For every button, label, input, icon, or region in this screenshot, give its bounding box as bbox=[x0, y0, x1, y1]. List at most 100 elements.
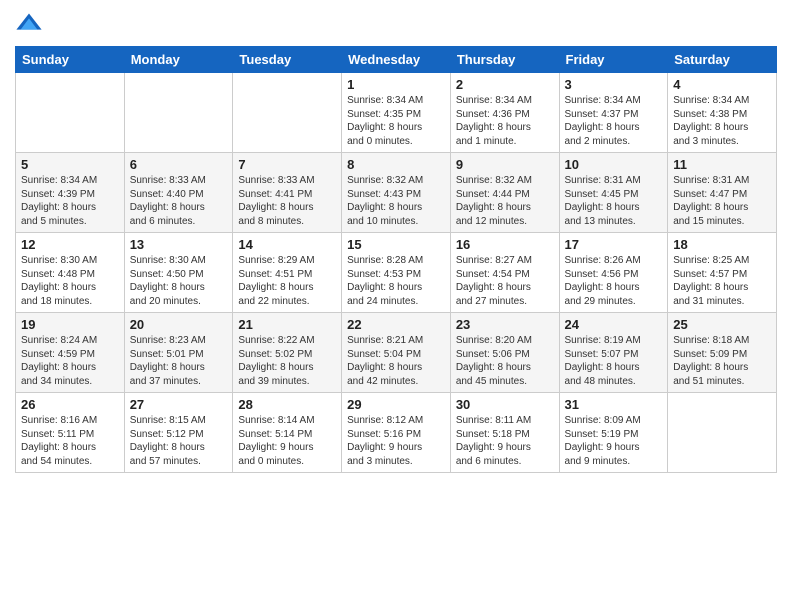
day-cell: 1 Sunrise: 8:34 AM Sunset: 4:35 PM Daylig… bbox=[342, 73, 451, 153]
day-info: Sunrise: 8:34 AM Sunset: 4:37 PM Dayligh… bbox=[565, 94, 663, 148]
day-info: Sunrise: 8:31 AM Sunset: 4:45 PM Dayligh… bbox=[565, 174, 663, 228]
day-number: 25 bbox=[673, 317, 771, 332]
weekday-header-sunday: Sunday bbox=[16, 47, 125, 73]
day-number: 11 bbox=[673, 157, 771, 172]
header bbox=[15, 10, 777, 38]
day-cell bbox=[16, 73, 125, 153]
day-cell: 27Sunrise: 8:15 AM Sunset: 5:12 PM Dayli… bbox=[124, 393, 233, 473]
day-number: 14 bbox=[238, 237, 336, 252]
day-number: 22 bbox=[347, 317, 445, 332]
day-number: 13 bbox=[130, 237, 228, 252]
day-cell: 29 Sunrise: 8:12 AM Sunset: 5:16 PM Dayli… bbox=[342, 393, 451, 473]
day-cell: 11 Sunrise: 8:31 AM Sunset: 4:47 PM Dayli… bbox=[668, 153, 777, 233]
day-cell: 2 Sunrise: 8:34 AM Sunset: 4:36 PM Daylig… bbox=[450, 73, 559, 153]
day-cell bbox=[124, 73, 233, 153]
weekday-header-saturday: Saturday bbox=[668, 47, 777, 73]
day-cell: 22Sunrise: 8:21 AM Sunset: 5:04 PM Dayli… bbox=[342, 313, 451, 393]
day-info: Sunrise: 8:33 AM Sunset: 4:41 PM Dayligh… bbox=[238, 174, 336, 228]
day-number: 8 bbox=[347, 157, 445, 172]
day-cell: 18 Sunrise: 8:25 AM Sunset: 4:57 PM Dayli… bbox=[668, 233, 777, 313]
day-info: Sunrise: 8:34 AM Sunset: 4:36 PM Dayligh… bbox=[456, 94, 554, 148]
day-cell bbox=[233, 73, 342, 153]
day-info: Sunrise: 8:23 AM Sunset: 5:01 PM Dayligh… bbox=[130, 334, 228, 388]
day-number: 29 bbox=[347, 397, 445, 412]
day-number: 4 bbox=[673, 77, 771, 92]
day-info: Sunrise: 8:22 AM Sunset: 5:02 PM Dayligh… bbox=[238, 334, 336, 388]
day-cell: 14 Sunrise: 8:29 AM Sunset: 4:51 PM Dayli… bbox=[233, 233, 342, 313]
day-cell: 12Sunrise: 8:30 AM Sunset: 4:48 PM Dayli… bbox=[16, 233, 125, 313]
day-cell: 23 Sunrise: 8:20 AM Sunset: 5:06 PM Dayli… bbox=[450, 313, 559, 393]
day-info: Sunrise: 8:34 AM Sunset: 4:38 PM Dayligh… bbox=[673, 94, 771, 148]
day-cell: 10 Sunrise: 8:31 AM Sunset: 4:45 PM Dayli… bbox=[559, 153, 668, 233]
week-row-1: 1 Sunrise: 8:34 AM Sunset: 4:35 PM Daylig… bbox=[16, 73, 777, 153]
day-info: Sunrise: 8:33 AM Sunset: 4:40 PM Dayligh… bbox=[130, 174, 228, 228]
day-number: 12 bbox=[21, 237, 119, 252]
day-cell: 17 Sunrise: 8:26 AM Sunset: 4:56 PM Dayli… bbox=[559, 233, 668, 313]
day-info: Sunrise: 8:09 AM Sunset: 5:19 PM Dayligh… bbox=[565, 414, 663, 468]
day-cell: 3Sunrise: 8:34 AM Sunset: 4:37 PM Daylig… bbox=[559, 73, 668, 153]
day-cell: 24 Sunrise: 8:19 AM Sunset: 5:07 PM Dayli… bbox=[559, 313, 668, 393]
day-info: Sunrise: 8:12 AM Sunset: 5:16 PM Dayligh… bbox=[347, 414, 445, 468]
day-cell: 16 Sunrise: 8:27 AM Sunset: 4:54 PM Dayli… bbox=[450, 233, 559, 313]
day-number: 17 bbox=[565, 237, 663, 252]
weekday-header-row: SundayMondayTuesdayWednesdayThursdayFrid… bbox=[16, 47, 777, 73]
week-row-3: 12Sunrise: 8:30 AM Sunset: 4:48 PM Dayli… bbox=[16, 233, 777, 313]
day-info: Sunrise: 8:19 AM Sunset: 5:07 PM Dayligh… bbox=[565, 334, 663, 388]
week-row-5: 26Sunrise: 8:16 AM Sunset: 5:11 PM Dayli… bbox=[16, 393, 777, 473]
weekday-header-friday: Friday bbox=[559, 47, 668, 73]
day-info: Sunrise: 8:15 AM Sunset: 5:12 PM Dayligh… bbox=[130, 414, 228, 468]
day-info: Sunrise: 8:14 AM Sunset: 5:14 PM Dayligh… bbox=[238, 414, 336, 468]
day-cell: 13 Sunrise: 8:30 AM Sunset: 4:50 PM Dayli… bbox=[124, 233, 233, 313]
day-info: Sunrise: 8:34 AM Sunset: 4:35 PM Dayligh… bbox=[347, 94, 445, 148]
day-info: Sunrise: 8:34 AM Sunset: 4:39 PM Dayligh… bbox=[21, 174, 119, 228]
weekday-header-thursday: Thursday bbox=[450, 47, 559, 73]
day-number: 20 bbox=[130, 317, 228, 332]
weekday-header-wednesday: Wednesday bbox=[342, 47, 451, 73]
day-cell: 21 Sunrise: 8:22 AM Sunset: 5:02 PM Dayli… bbox=[233, 313, 342, 393]
day-cell: 31 Sunrise: 8:09 AM Sunset: 5:19 PM Dayli… bbox=[559, 393, 668, 473]
day-number: 24 bbox=[565, 317, 663, 332]
day-number: 9 bbox=[456, 157, 554, 172]
day-cell: 25Sunrise: 8:18 AM Sunset: 5:09 PM Dayli… bbox=[668, 313, 777, 393]
day-cell: 26Sunrise: 8:16 AM Sunset: 5:11 PM Dayli… bbox=[16, 393, 125, 473]
day-number: 10 bbox=[565, 157, 663, 172]
day-info: Sunrise: 8:20 AM Sunset: 5:06 PM Dayligh… bbox=[456, 334, 554, 388]
day-number: 18 bbox=[673, 237, 771, 252]
day-number: 15 bbox=[347, 237, 445, 252]
week-row-4: 19 Sunrise: 8:24 AM Sunset: 4:59 PM Dayli… bbox=[16, 313, 777, 393]
day-info: Sunrise: 8:30 AM Sunset: 4:50 PM Dayligh… bbox=[130, 254, 228, 308]
day-cell: 6 Sunrise: 8:33 AM Sunset: 4:40 PM Daylig… bbox=[124, 153, 233, 233]
day-cell: 4 Sunrise: 8:34 AM Sunset: 4:38 PM Daylig… bbox=[668, 73, 777, 153]
day-info: Sunrise: 8:27 AM Sunset: 4:54 PM Dayligh… bbox=[456, 254, 554, 308]
day-info: Sunrise: 8:11 AM Sunset: 5:18 PM Dayligh… bbox=[456, 414, 554, 468]
day-number: 1 bbox=[347, 77, 445, 92]
day-cell: 5 Sunrise: 8:34 AM Sunset: 4:39 PM Daylig… bbox=[16, 153, 125, 233]
day-info: Sunrise: 8:16 AM Sunset: 5:11 PM Dayligh… bbox=[21, 414, 119, 468]
day-cell: 30 Sunrise: 8:11 AM Sunset: 5:18 PM Dayli… bbox=[450, 393, 559, 473]
calendar: SundayMondayTuesdayWednesdayThursdayFrid… bbox=[15, 46, 777, 473]
page-container: SundayMondayTuesdayWednesdayThursdayFrid… bbox=[0, 0, 792, 483]
weekday-header-tuesday: Tuesday bbox=[233, 47, 342, 73]
day-number: 6 bbox=[130, 157, 228, 172]
day-info: Sunrise: 8:24 AM Sunset: 4:59 PM Dayligh… bbox=[21, 334, 119, 388]
day-number: 21 bbox=[238, 317, 336, 332]
day-info: Sunrise: 8:29 AM Sunset: 4:51 PM Dayligh… bbox=[238, 254, 336, 308]
day-info: Sunrise: 8:31 AM Sunset: 4:47 PM Dayligh… bbox=[673, 174, 771, 228]
day-info: Sunrise: 8:28 AM Sunset: 4:53 PM Dayligh… bbox=[347, 254, 445, 308]
day-cell: 15 Sunrise: 8:28 AM Sunset: 4:53 PM Dayli… bbox=[342, 233, 451, 313]
day-info: Sunrise: 8:32 AM Sunset: 4:44 PM Dayligh… bbox=[456, 174, 554, 228]
day-number: 16 bbox=[456, 237, 554, 252]
day-number: 28 bbox=[238, 397, 336, 412]
day-number: 23 bbox=[456, 317, 554, 332]
day-number: 19 bbox=[21, 317, 119, 332]
day-cell: 28 Sunrise: 8:14 AM Sunset: 5:14 PM Dayli… bbox=[233, 393, 342, 473]
day-number: 2 bbox=[456, 77, 554, 92]
day-cell: 7Sunrise: 8:33 AM Sunset: 4:41 PM Daylig… bbox=[233, 153, 342, 233]
day-number: 31 bbox=[565, 397, 663, 412]
day-cell: 19 Sunrise: 8:24 AM Sunset: 4:59 PM Dayli… bbox=[16, 313, 125, 393]
day-number: 30 bbox=[456, 397, 554, 412]
day-info: Sunrise: 8:26 AM Sunset: 4:56 PM Dayligh… bbox=[565, 254, 663, 308]
day-info: Sunrise: 8:25 AM Sunset: 4:57 PM Dayligh… bbox=[673, 254, 771, 308]
day-number: 5 bbox=[21, 157, 119, 172]
week-row-2: 5 Sunrise: 8:34 AM Sunset: 4:39 PM Daylig… bbox=[16, 153, 777, 233]
